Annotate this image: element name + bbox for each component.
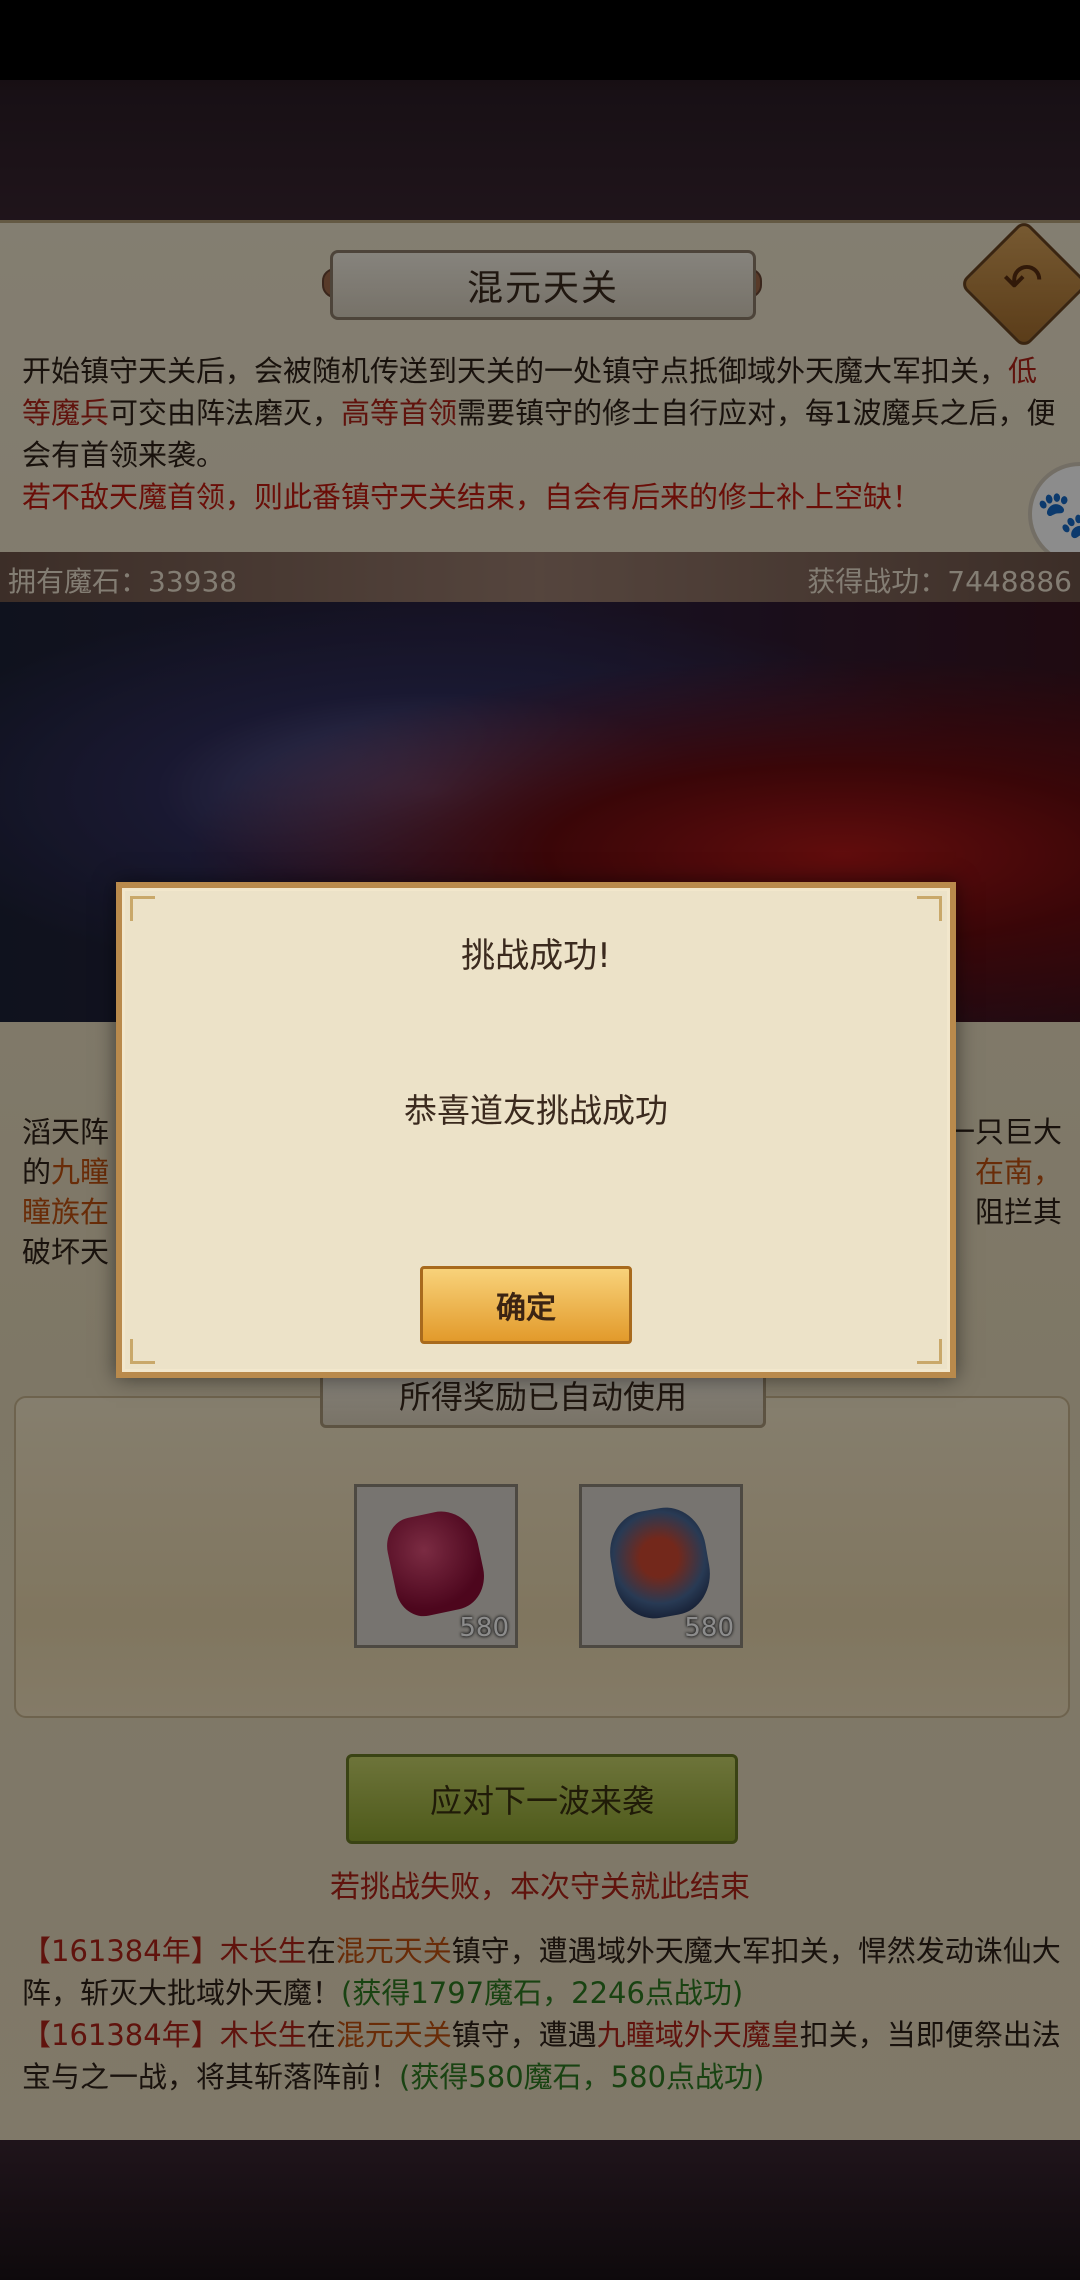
dialog-message: 恭喜道友挑战成功: [404, 1091, 668, 1130]
dialog-corner: [917, 1339, 942, 1364]
confirm-button[interactable]: 确定: [420, 1266, 632, 1344]
success-dialog: 挑战成功! 恭喜道友挑战成功 确定: [116, 882, 956, 1378]
dialog-corner: [917, 896, 942, 921]
dialog-corner: [130, 1339, 155, 1364]
dialog-title: 挑战成功!: [461, 936, 611, 976]
dialog-corner: [130, 896, 155, 921]
